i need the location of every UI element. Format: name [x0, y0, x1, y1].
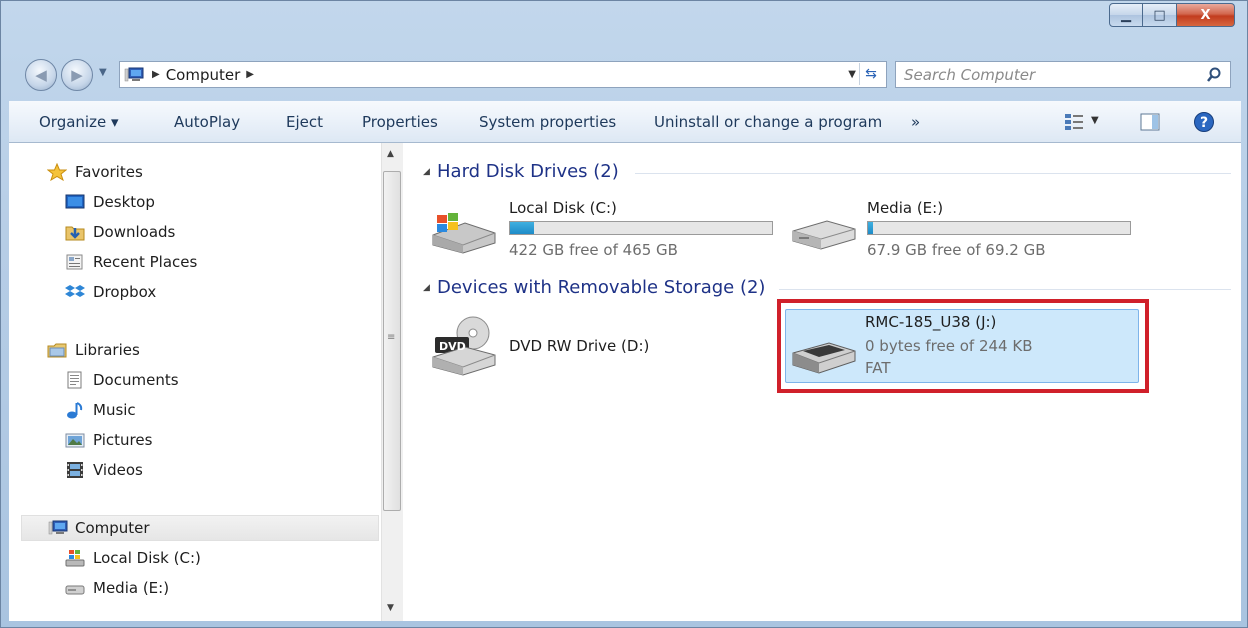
nav-pictures[interactable]: Pictures — [9, 427, 381, 453]
nav-videos-label: Videos — [93, 461, 143, 479]
star-icon — [47, 163, 67, 181]
address-bar[interactable]: ▶ Computer ▶ ▼ ⇆ — [119, 61, 887, 88]
svg-text:?: ? — [1200, 115, 1208, 131]
collapse-hdd-icon[interactable]: ◢ — [423, 167, 430, 177]
nav-scrollbar-thumb[interactable]: ≡ — [383, 171, 401, 511]
address-crumb-computer[interactable]: Computer — [166, 66, 241, 84]
drive-d-name: DVD RW Drive (D:) — [509, 337, 650, 355]
back-arrow-icon: ◀ — [35, 66, 47, 84]
content-pane: ◢ Hard Disk Drives (2) Local Disk (C:) 4… — [403, 143, 1241, 621]
nav-documents[interactable]: Documents — [9, 367, 381, 393]
drive-e-usage-fill — [868, 222, 874, 234]
crumb-chevron-icon[interactable]: ▶ — [246, 69, 254, 80]
nav-computer-label: Computer — [75, 519, 150, 537]
nav-downloads[interactable]: Downloads — [9, 219, 381, 245]
highlight-annotation-box — [777, 299, 1149, 393]
title-bar[interactable]: ▁ □ X — [1, 1, 1247, 53]
pictures-icon — [65, 433, 85, 448]
scroll-down-icon[interactable]: ▼ — [387, 603, 394, 613]
forward-button[interactable]: ▶ — [61, 59, 93, 91]
drive-c-free-space: 422 GB free of 465 GB — [509, 241, 678, 259]
uninstall-program-button[interactable]: Uninstall or change a program — [654, 113, 882, 131]
nav-libraries[interactable]: Libraries — [9, 337, 381, 363]
drive-c-name: Local Disk (C:) — [509, 199, 617, 217]
search-icon[interactable] — [1206, 67, 1222, 83]
change-view-icon[interactable] — [1063, 112, 1085, 132]
eject-button[interactable]: Eject — [286, 113, 323, 131]
documents-icon — [67, 371, 82, 389]
nav-pictures-label: Pictures — [93, 431, 153, 449]
view-dropdown-icon[interactable]: ▼ — [1091, 115, 1099, 126]
nav-documents-label: Documents — [93, 371, 179, 389]
nav-videos[interactable]: Videos — [9, 457, 381, 483]
drive-e-name: Media (E:) — [867, 199, 944, 217]
help-icon[interactable]: ? — [1193, 111, 1215, 133]
maximize-button[interactable]: □ — [1143, 3, 1177, 27]
search-box[interactable]: Search Computer — [895, 61, 1231, 88]
scroll-up-icon[interactable]: ▲ — [387, 149, 394, 159]
address-dropdown-icon[interactable]: ▼ — [848, 69, 856, 80]
navigation-pane: Favorites Desktop Downloads Recent Place… — [9, 143, 381, 621]
search-input[interactable]: Search Computer — [904, 66, 1035, 84]
removable-divider — [779, 289, 1231, 290]
videos-icon — [67, 462, 83, 478]
scroll-grip-icon: ≡ — [387, 332, 396, 343]
computer-icon — [48, 520, 68, 535]
close-button[interactable]: X — [1177, 3, 1235, 27]
nav-desktop[interactable]: Desktop — [9, 189, 381, 215]
more-commands-button[interactable]: » — [911, 113, 920, 131]
drive-e-usage-bar — [867, 221, 1131, 235]
drive-c-usage-fill — [510, 222, 534, 234]
nav-music[interactable]: Music — [9, 397, 381, 423]
nav-dropbox[interactable]: Dropbox — [9, 279, 381, 305]
drive-c-usage-bar — [509, 221, 773, 235]
nav-favorites[interactable]: Favorites — [9, 159, 381, 185]
group-hard-disk-drives[interactable]: Hard Disk Drives (2) — [437, 161, 619, 182]
computer-icon — [124, 67, 144, 81]
collapse-removable-icon[interactable]: ◢ — [423, 283, 430, 293]
explorer-window: ▁ □ X ◀ ▶ ▼ ▶ Computer ▶ ▼ ⇆ Search Comp… — [0, 0, 1248, 628]
system-properties-button[interactable]: System properties — [479, 113, 616, 131]
nav-recent-places-label: Recent Places — [93, 253, 198, 271]
address-separator-icon[interactable]: ▶ — [152, 69, 160, 80]
dropbox-icon — [65, 285, 85, 297]
desktop-icon — [65, 194, 85, 209]
music-icon — [67, 402, 83, 419]
nav-favorites-label: Favorites — [75, 163, 143, 181]
nav-dropbox-label: Dropbox — [93, 283, 157, 301]
nav-local-disk-c[interactable]: Local Disk (C:) — [9, 545, 381, 571]
nav-scrollbar[interactable]: ▲ ≡ ▼ — [381, 143, 403, 621]
autoplay-button[interactable]: AutoPlay — [174, 113, 240, 131]
nav-downloads-label: Downloads — [93, 223, 176, 241]
hdd-divider — [635, 173, 1231, 174]
recent-places-icon — [66, 254, 83, 270]
nav-computer[interactable]: Computer — [21, 515, 379, 541]
nav-media-e-label: Media (E:) — [93, 579, 170, 597]
libraries-icon — [47, 343, 67, 358]
downloads-folder-icon — [65, 226, 85, 241]
nav-recent-places[interactable]: Recent Places — [9, 249, 381, 275]
organize-menu[interactable]: Organize ▾ — [39, 113, 119, 131]
nav-libraries-label: Libraries — [75, 341, 140, 359]
nav-music-label: Music — [93, 401, 136, 419]
nav-desktop-label: Desktop — [93, 193, 155, 211]
command-bar: Organize ▾ AutoPlay Eject Properties Sys… — [9, 101, 1241, 143]
hard-drive-icon — [65, 585, 85, 595]
dvd-badge: DVD — [439, 340, 466, 353]
forward-arrow-icon: ▶ — [71, 66, 83, 84]
system-drive-icon — [65, 550, 85, 567]
recent-pages-dropdown-icon[interactable]: ▼ — [99, 67, 107, 78]
nav-local-disk-c-label: Local Disk (C:) — [93, 549, 201, 567]
nav-media-e[interactable]: Media (E:) — [9, 575, 381, 601]
drive-e-free-space: 67.9 GB free of 69.2 GB — [867, 241, 1046, 259]
group-removable-storage[interactable]: Devices with Removable Storage (2) — [437, 277, 765, 298]
properties-button[interactable]: Properties — [362, 113, 438, 131]
preview-pane-icon[interactable] — [1139, 112, 1161, 132]
system-drive-icon — [432, 213, 496, 254]
minimize-button[interactable]: ▁ — [1109, 3, 1143, 27]
refresh-icon[interactable]: ⇆ — [859, 63, 882, 85]
back-button[interactable]: ◀ — [25, 59, 57, 91]
hard-drive-icon — [792, 220, 856, 250]
